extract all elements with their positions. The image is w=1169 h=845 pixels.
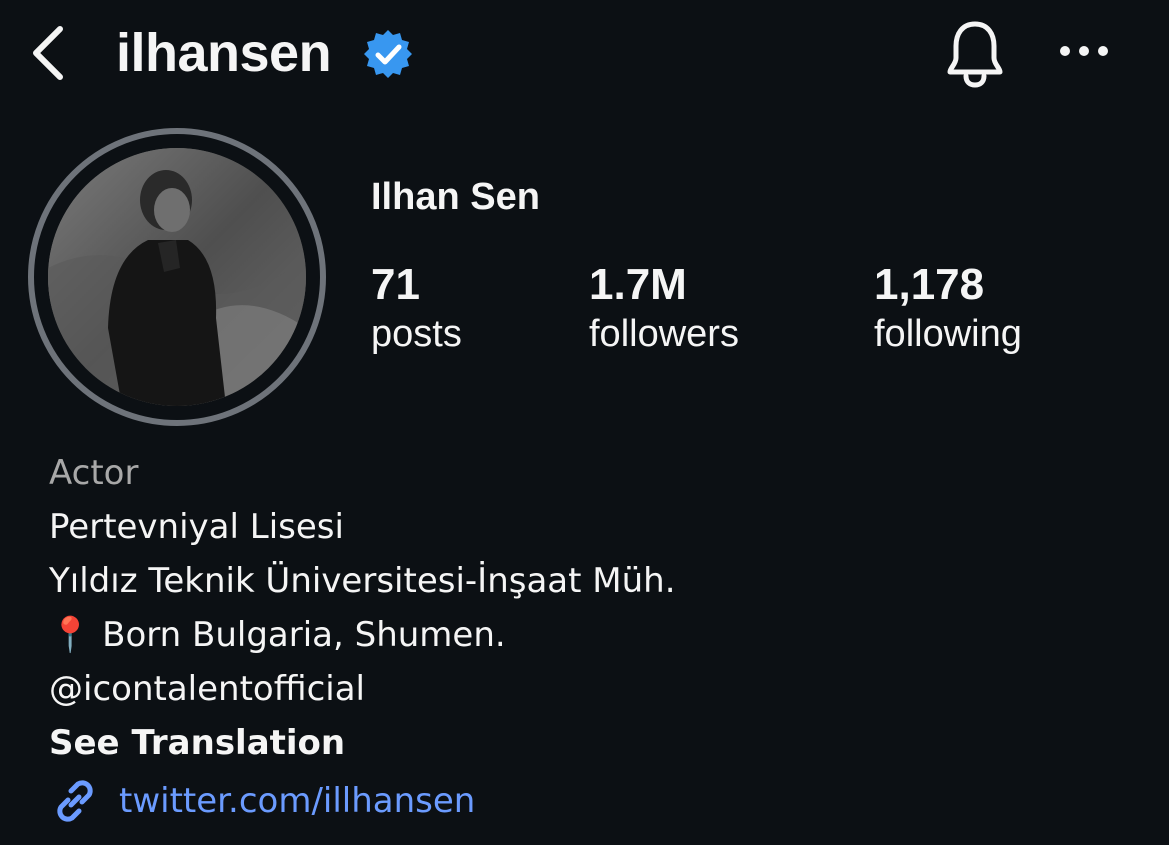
profile-bio: Actor Pertevniyal Lisesi Yıldız Teknik Ü… (49, 446, 676, 828)
bell-icon (947, 21, 1003, 88)
see-translation-button[interactable]: See Translation (49, 716, 676, 770)
bio-line: Yıldız Teknik Üniversitesi-İnşaat Müh. (49, 561, 676, 601)
followers-count: 1.7M (589, 260, 687, 309)
following-stat[interactable]: 1,178 following (874, 260, 1022, 358)
bio-line: Pertevniyal Lisesi (49, 507, 344, 547)
bio-line-location: 📍 Born Bulgaria, Shumen. (49, 615, 506, 655)
verified-badge-icon (364, 30, 412, 78)
profile-username: ilhansen (116, 23, 332, 83)
bio-link-text: twitter.com/illhansen (119, 781, 476, 821)
more-options-button[interactable] (1052, 26, 1116, 76)
posts-label: posts (371, 313, 462, 355)
mention-link[interactable]: @icontalentofficial (49, 662, 676, 716)
followers-stat[interactable]: 1.7M followers (589, 260, 739, 358)
back-button[interactable] (18, 18, 78, 88)
profile-avatar[interactable] (48, 148, 306, 406)
avatar-photo (48, 148, 306, 406)
posts-stat[interactable]: 71 posts (371, 260, 462, 358)
followers-label: followers (589, 313, 739, 355)
more-icon (1060, 46, 1108, 56)
bio-external-link[interactable]: twitter.com/illhansen (49, 774, 676, 828)
link-icon (57, 780, 93, 822)
following-count: 1,178 (874, 260, 985, 309)
notifications-button[interactable] (938, 14, 1012, 92)
following-label: following (874, 313, 1022, 355)
posts-count: 71 (371, 260, 420, 309)
category-label: Actor (49, 453, 139, 493)
display-name: Ilhan Sen (371, 176, 540, 218)
back-chevron-icon (33, 26, 63, 80)
